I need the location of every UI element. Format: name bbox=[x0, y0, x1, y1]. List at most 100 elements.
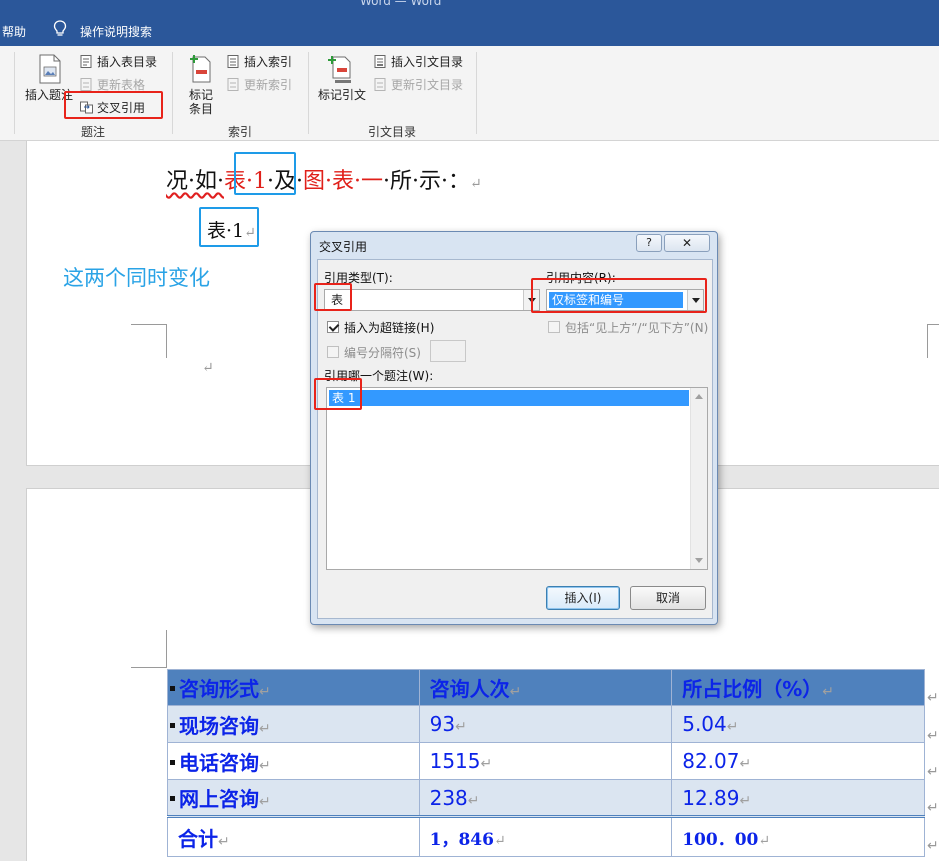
insert-index-label: 插入索引 bbox=[244, 55, 293, 69]
cell-text: 12.89 bbox=[682, 785, 740, 810]
cell-text: 1515 bbox=[429, 749, 481, 773]
ribbon-separator bbox=[172, 52, 173, 134]
cell-mark: ↵ bbox=[493, 832, 506, 849]
table-cell[interactable]: 现场咨询↵ bbox=[167, 705, 420, 743]
mark-entry-label-line1: 标记 bbox=[188, 88, 213, 102]
mark-entry-icon bbox=[190, 55, 211, 83]
table-header-cell[interactable]: 咨询人次↵ bbox=[418, 669, 673, 706]
insert-index-button[interactable]: 插入索引 bbox=[227, 53, 292, 70]
cell-text: 合计 bbox=[178, 826, 218, 851]
table-cell[interactable]: 93↵ bbox=[418, 705, 673, 743]
table-row: 网上咨询↵ 238↵ 12.89↵ bbox=[167, 779, 925, 817]
table-total-row: 合计↵ 1，846↵ 100．00↵ bbox=[167, 815, 925, 857]
insert-button[interactable]: 插入(I) bbox=[546, 586, 620, 610]
row-end-mark: ↵ bbox=[927, 838, 939, 854]
cell-mark: ↵ bbox=[758, 832, 771, 849]
insert-table-of-figures-label: 插入表目录 bbox=[97, 55, 158, 69]
paragraph-text: ·所·示·： bbox=[383, 169, 470, 194]
cell-text: 5.04 bbox=[682, 712, 727, 736]
reference-text: 图·表·一 bbox=[303, 169, 383, 194]
cancel-button[interactable]: 取消 bbox=[630, 586, 706, 610]
crop-mark bbox=[131, 630, 167, 668]
cell-text: 1，846 bbox=[429, 829, 494, 850]
insert-as-hyperlink-label: 插入为超链接(H) bbox=[344, 321, 435, 335]
crop-mark bbox=[131, 324, 167, 358]
close-button[interactable]: ✕ bbox=[664, 234, 710, 252]
cell-mark: ↵ bbox=[259, 757, 271, 774]
caption-list[interactable]: 表 1 bbox=[326, 387, 708, 570]
table-cell[interactable]: 12.89↵ bbox=[671, 779, 925, 817]
table-cell[interactable]: 5.04↵ bbox=[671, 705, 925, 743]
insert-toa-button[interactable]: 插入引文目录 bbox=[374, 53, 463, 70]
table-header-cell[interactable]: 所占比例（%）↵ bbox=[671, 669, 925, 706]
table-header-row: 咨询形式↵ 咨询人次↵ 所占比例（%）↵ bbox=[167, 669, 925, 706]
include-above-below-checkbox[interactable] bbox=[548, 321, 560, 333]
table-header-cell[interactable]: 咨询形式↵ bbox=[167, 669, 420, 706]
body-paragraph[interactable]: 况·如·表·1·及·图·表·一·所·示·：↵ bbox=[166, 163, 482, 195]
bullet-marker bbox=[170, 686, 175, 691]
reference-highlight bbox=[234, 152, 296, 195]
cell-text: 93 bbox=[429, 712, 456, 736]
cell-mark: ↵ bbox=[726, 719, 739, 735]
update-table-icon bbox=[80, 78, 92, 91]
update-index-button[interactable]: 更新索引 bbox=[227, 76, 292, 93]
table-cell[interactable]: 100．00↵ bbox=[671, 815, 925, 857]
table-cell[interactable]: 1，846↵ bbox=[418, 815, 673, 857]
update-index-label: 更新索引 bbox=[244, 78, 293, 92]
crop-mark bbox=[927, 324, 939, 358]
mark-citation-button[interactable]: 标记引文 bbox=[315, 88, 369, 102]
index-group-label: 索引 bbox=[227, 125, 252, 139]
table-cell[interactable]: 1515↵ bbox=[418, 742, 673, 780]
insert-as-hyperlink-checkbox[interactable] bbox=[327, 321, 339, 333]
paragraph-mark: ↵ bbox=[469, 176, 482, 192]
caption-highlight bbox=[199, 207, 259, 247]
tell-me-search[interactable]: 操作说明搜索 bbox=[80, 23, 152, 40]
window-title: Word — Word bbox=[360, 0, 442, 8]
cell-text: 82.07 bbox=[682, 749, 740, 773]
lightbulb-icon bbox=[53, 20, 67, 36]
row-end-mark: ↵ bbox=[927, 690, 939, 706]
insert-index-icon bbox=[227, 55, 239, 68]
table-cell[interactable]: 238↵ bbox=[418, 779, 673, 817]
separate-numbers-label: 编号分隔符(S) bbox=[344, 346, 421, 360]
caption-item-highlight bbox=[314, 378, 362, 410]
insert-table-of-figures-button[interactable]: 插入表目录 bbox=[80, 53, 157, 70]
cell-mark: ↵ bbox=[739, 756, 752, 772]
header-text: 所占比例（%） bbox=[682, 677, 823, 701]
scroll-down-icon[interactable] bbox=[695, 558, 703, 563]
ribbon-separator bbox=[476, 52, 477, 134]
reference-type-highlight bbox=[314, 283, 352, 311]
cell-text: 电话咨询 bbox=[179, 750, 259, 775]
cell-text: 100．00 bbox=[682, 829, 759, 850]
bullet-marker bbox=[170, 722, 175, 728]
tab-help[interactable]: 帮助 bbox=[2, 23, 26, 40]
table-cell[interactable]: 合计↵ bbox=[167, 815, 420, 857]
list-item[interactable]: 表 1 bbox=[329, 390, 689, 406]
update-toa-label: 更新引文目录 bbox=[391, 78, 464, 92]
row-end-mark: ↵ bbox=[927, 728, 939, 744]
cell-mark: ↵ bbox=[739, 792, 752, 809]
table-row: 现场咨询↵ 93↵ 5.04↵ bbox=[167, 705, 925, 743]
cell-mark: ↵ bbox=[480, 756, 493, 772]
mark-entry-button[interactable]: 标记 条目 bbox=[181, 88, 221, 116]
cell-mark: ↵ bbox=[259, 794, 271, 810]
separator-input[interactable] bbox=[430, 340, 466, 362]
paragraph-text: 况·如· bbox=[166, 169, 224, 194]
bullet-marker bbox=[170, 759, 175, 765]
insert-reference-to-highlight bbox=[531, 278, 707, 313]
table-cell[interactable]: 82.07↵ bbox=[671, 742, 925, 780]
list-scrollbar[interactable] bbox=[690, 388, 707, 569]
table-row: 电话咨询↵ 1515↵ 82.07↵ bbox=[167, 742, 925, 780]
scroll-up-icon[interactable] bbox=[695, 394, 703, 399]
row-end-mark: ↵ bbox=[927, 764, 939, 780]
table-cell[interactable]: 网上咨询↵ bbox=[167, 779, 420, 817]
cell-mark: ↵ bbox=[455, 719, 467, 735]
cell-text: 现场咨询 bbox=[179, 713, 259, 738]
update-toa-button[interactable]: 更新引文目录 bbox=[374, 76, 463, 93]
separate-numbers-checkbox[interactable] bbox=[327, 346, 339, 358]
help-button[interactable]: ? bbox=[636, 234, 662, 252]
reference-type-select[interactable]: 表 bbox=[324, 289, 540, 311]
annotation-note: 这两个同时变化 bbox=[63, 266, 210, 290]
table-cell[interactable]: 电话咨询↵ bbox=[167, 742, 420, 780]
consultation-table[interactable]: 咨询形式↵ 咨询人次↵ 所占比例（%）↵ 现场咨询↵ 93↵ 5.04↵ 电话咨… bbox=[167, 669, 925, 857]
